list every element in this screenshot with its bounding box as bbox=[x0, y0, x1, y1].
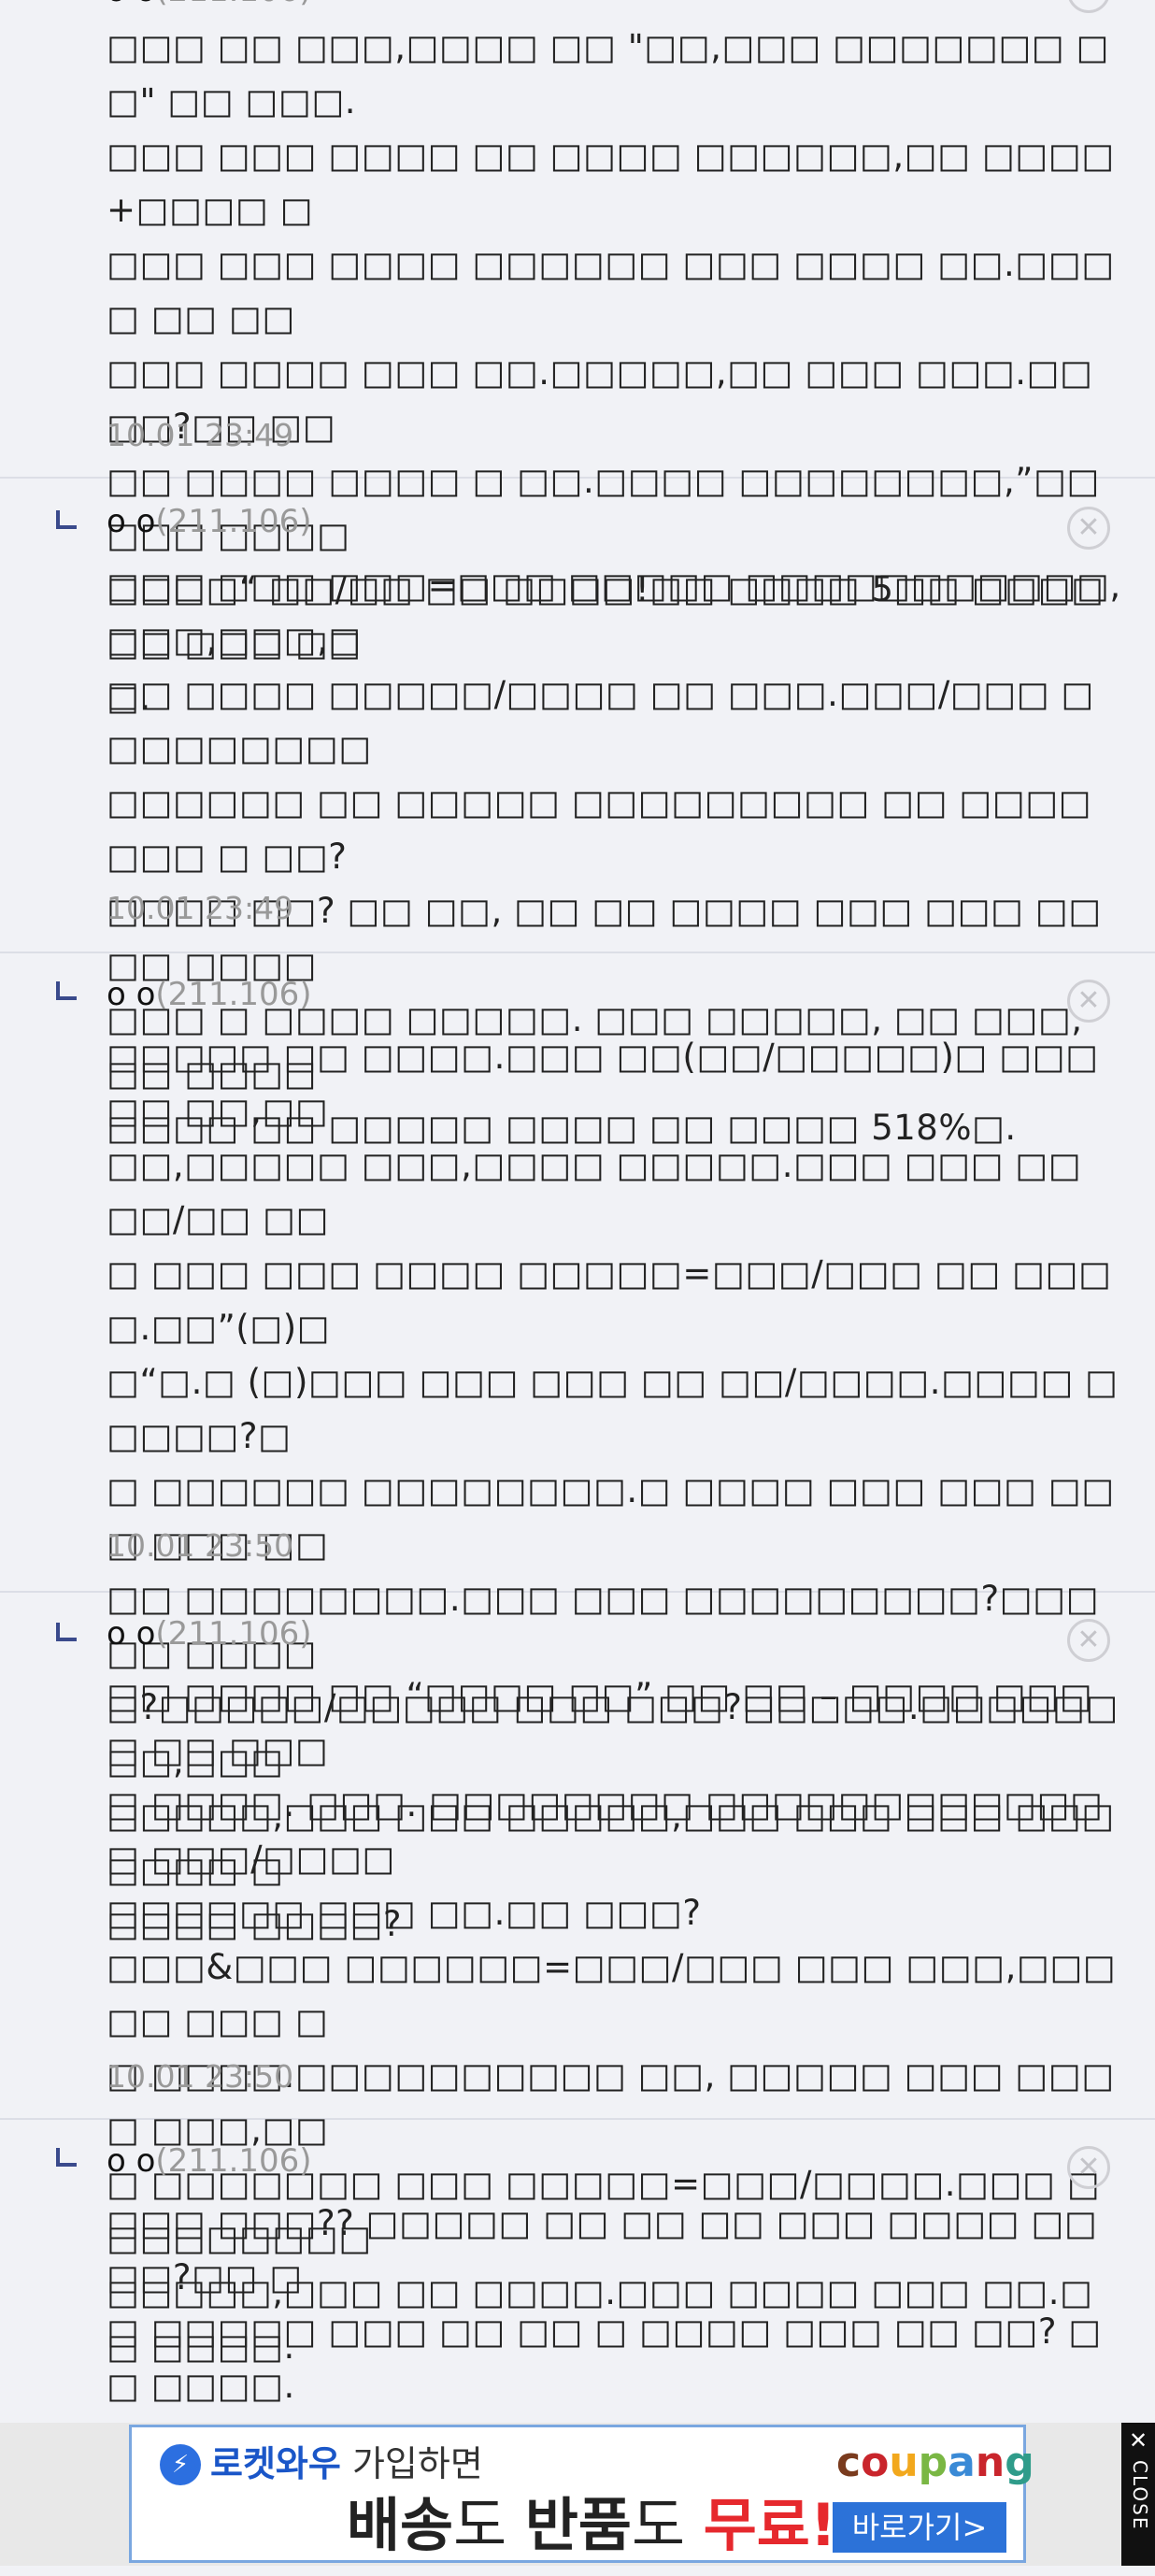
close-icon: ✕ bbox=[1128, 2427, 1148, 2454]
comment-item: o o(211.106) ✕ □□□ □□□?? □□□□□ □□ □□ □□ … bbox=[0, 2120, 1155, 2569]
coupang-logo: coupang bbox=[836, 2437, 1034, 2489]
nickname[interactable]: o o bbox=[107, 0, 155, 9]
ad-headline-part: 반품 bbox=[524, 2491, 632, 2559]
delete-icon[interactable]: ✕ bbox=[1067, 507, 1110, 550]
comment-author: o o(211.106) bbox=[107, 976, 312, 1013]
go-button[interactable]: 바로가기> bbox=[833, 2502, 1006, 2553]
nickname[interactable]: o o bbox=[107, 2142, 155, 2180]
comment-author: o o(211.106) bbox=[107, 503, 312, 540]
reply-arrow-icon bbox=[56, 981, 77, 1000]
comment-author: o o(211.106) bbox=[107, 0, 312, 9]
coupang-logo-letter: p bbox=[918, 2439, 948, 2486]
delete-icon[interactable]: ✕ bbox=[1067, 0, 1110, 13]
ip-address: (211.106) bbox=[155, 2142, 312, 2180]
comment-item: o o(211.106) ✕ □□ □□□□ □□ “□□□□ □□” □□ □… bbox=[0, 1593, 1155, 2367]
ad-headline-part: 도 bbox=[631, 2491, 704, 2559]
ad-tagline: 로켓와우 가입하면 bbox=[210, 2442, 483, 2485]
ad-headline-part: 배송 bbox=[347, 2491, 454, 2559]
comment-author: o o(211.106) bbox=[107, 2142, 312, 2180]
coupang-logo-letter: u bbox=[889, 2439, 919, 2486]
comment-date: 10.01 23:49 bbox=[107, 890, 294, 926]
coupang-logo-letter: c bbox=[836, 2439, 862, 2486]
coupang-logo-letter: n bbox=[975, 2439, 1005, 2486]
comment-author: o o(211.106) bbox=[107, 1615, 312, 1653]
ad-join-text: 가입하면 bbox=[351, 2443, 483, 2484]
reply-arrow-icon bbox=[56, 2148, 77, 2167]
ad-close-button[interactable]: ✕ CLOSE bbox=[1121, 2423, 1155, 2566]
reply-arrow-icon bbox=[56, 1623, 77, 1641]
comment-item: o o(211.106) ✕ □□□□□ □□ □□□□.□□□ □□(□□/□… bbox=[0, 953, 1155, 1944]
ad-brand-word: 로켓와우 bbox=[210, 2443, 341, 2484]
nickname[interactable]: o o bbox=[107, 976, 155, 1013]
comment-item: o o(211.106) ✕ □□□ □□ □□□,□□□□ □□ "□□,□□… bbox=[0, 0, 1155, 718]
delete-icon[interactable]: ✕ bbox=[1067, 1619, 1110, 1662]
ip-address: (211.106) bbox=[155, 0, 311, 9]
close-label: CLOSE bbox=[1129, 2460, 1151, 2531]
comment-date: 10.01 23:50 bbox=[107, 2058, 294, 2095]
comment-date: 10.01 23:50 bbox=[107, 1527, 294, 1564]
ad-headline-free: 무료! bbox=[703, 2491, 837, 2559]
nickname[interactable]: o o bbox=[107, 503, 155, 540]
ip-address: (211.106) bbox=[155, 503, 312, 540]
ad-headline-part: 도 bbox=[453, 2491, 525, 2559]
coupang-logo-letter: a bbox=[948, 2439, 976, 2486]
ad-banner: ⚡ 로켓와우 가입하면 배송도 반품도 무료! coupang 바로가기> bbox=[0, 2423, 1155, 2566]
delete-icon[interactable]: ✕ bbox=[1067, 980, 1110, 1023]
nickname[interactable]: o o bbox=[107, 1615, 155, 1653]
ad-headline: 배송도 반품도 무료! bbox=[347, 2493, 836, 2558]
coupang-logo-letter: g bbox=[1005, 2439, 1034, 2486]
comment-item: o o(211.106) ✕ □□□ □□□ □□□=□□□ □□□□□ □□□… bbox=[0, 479, 1155, 1148]
ip-address: (211.106) bbox=[155, 976, 312, 1013]
reply-arrow-icon bbox=[56, 510, 77, 529]
coupang-ad[interactable]: ⚡ 로켓와우 가입하면 배송도 반품도 무료! coupang 바로가기> bbox=[129, 2425, 1034, 2563]
rocket-icon: ⚡ bbox=[160, 2444, 201, 2485]
ip-address: (211.106) bbox=[155, 1615, 312, 1653]
comment-date: 10.01 23:49 bbox=[107, 417, 294, 453]
delete-icon[interactable]: ✕ bbox=[1067, 2146, 1110, 2189]
coupang-logo-letter: o bbox=[861, 2439, 890, 2486]
